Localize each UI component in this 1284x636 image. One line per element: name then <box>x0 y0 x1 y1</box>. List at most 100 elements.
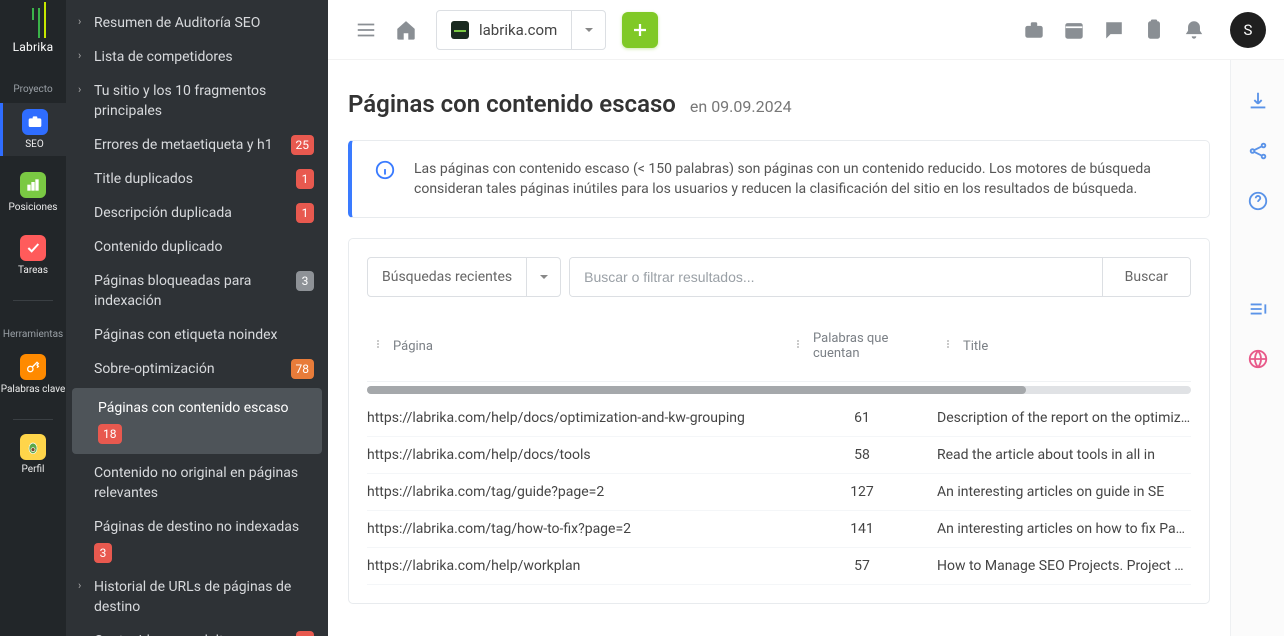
scrollbar-thumb[interactable] <box>367 386 1026 394</box>
cell-title: An interesting articles on guide in SE <box>937 484 1191 500</box>
results-table-card: Búsquedas recientes Buscar Página <box>348 238 1210 604</box>
filter-row: Búsquedas recientes Buscar <box>367 257 1191 297</box>
rail-item-tasks[interactable]: Tareas <box>0 229 66 282</box>
column-header-page[interactable]: Página <box>367 319 787 373</box>
recent-searches-caret[interactable] <box>526 258 560 296</box>
list-button[interactable] <box>1247 298 1269 320</box>
header-clipboard-button[interactable] <box>1134 10 1174 50</box>
home-button[interactable] <box>386 10 426 50</box>
header-briefcase-button[interactable] <box>1014 10 1054 50</box>
page-date: en 09.09.2024 <box>690 97 792 116</box>
home-icon <box>395 19 417 41</box>
download-icon <box>1247 90 1269 112</box>
table-row[interactable]: https://labrika.com/help/docs/optimizati… <box>367 400 1191 437</box>
download-button[interactable] <box>1247 90 1269 112</box>
cell-page: https://labrika.com/tag/guide?page=2 <box>367 484 787 500</box>
bell-icon <box>1183 19 1205 41</box>
sidebar-item-top-snippets[interactable]: › Tu sitio y los 10 fragmentos principal… <box>66 74 328 128</box>
rail-label: Posiciones <box>9 202 58 213</box>
cell-words: 61 <box>787 410 937 426</box>
column-header-words[interactable]: Palabras que cuentan <box>787 319 937 373</box>
share-button[interactable] <box>1247 140 1269 162</box>
sidebar-item-overopt[interactable]: › Sobre-optimización 78 <box>66 352 328 386</box>
sidebar-item-title-dup[interactable]: › Title duplicados 1 <box>66 162 328 196</box>
sidebar-item-nonoriginal[interactable]: › Contenido no original en páginas relev… <box>66 456 328 510</box>
table-header-row: Página Palabras que cuentan Title <box>367 311 1191 382</box>
user-avatar[interactable]: S <box>1230 12 1266 48</box>
table-row[interactable]: https://labrika.com/help/workplan 57 How… <box>367 548 1191 585</box>
column-header-title[interactable]: Title <box>937 319 1191 373</box>
bar-chart-icon <box>20 172 46 198</box>
globe-icon <box>1247 348 1269 370</box>
menu-button[interactable] <box>346 10 386 50</box>
calendar-icon <box>1063 19 1085 41</box>
sidebar-item-noindex[interactable]: › Páginas con etiqueta noindex <box>66 318 328 352</box>
rail-item-keywords[interactable]: Palabras clave <box>0 348 66 401</box>
rail-item-profile[interactable]: Perfil <box>0 428 66 481</box>
drag-handle-icon[interactable] <box>795 338 807 354</box>
main-content: Páginas con contenido escaso en 09.09.20… <box>328 60 1230 636</box>
site-selector[interactable]: labrika.com <box>436 10 606 50</box>
table-row[interactable]: https://labrika.com/tag/guide?page=2 127… <box>367 474 1191 511</box>
cell-words: 141 <box>787 521 937 537</box>
hamburger-icon <box>355 19 377 41</box>
site-name: labrika.com <box>479 21 557 39</box>
site-selector-caret[interactable] <box>571 11 605 49</box>
plus-icon <box>631 21 649 39</box>
search-button[interactable]: Buscar <box>1102 258 1190 296</box>
info-callout: Las páginas con contenido escaso (< 150 … <box>348 140 1210 218</box>
sidebar-item-meta-errors[interactable]: › Errores de metaetiqueta y h1 25 <box>66 128 328 162</box>
rail-item-seo[interactable]: SEO <box>0 103 66 156</box>
add-button[interactable] <box>622 12 658 48</box>
briefcase-icon <box>22 109 48 135</box>
sidebar-item-landing-noindex[interactable]: › Páginas de destino no indexadas 3 <box>66 510 328 570</box>
chat-icon <box>1103 19 1125 41</box>
sidebar-item-url-history[interactable]: › Historial de URLs de páginas de destin… <box>66 570 328 624</box>
check-icon <box>20 235 46 261</box>
help-icon <box>1247 190 1269 212</box>
sidebar-item-thin-content[interactable]: › Páginas con contenido escaso 18 <box>72 388 322 454</box>
header-calendar-button[interactable] <box>1054 10 1094 50</box>
briefcase-icon <box>1023 19 1045 41</box>
sidebar-item-adult[interactable]: › Contenido para adultos 1 <box>66 624 328 636</box>
header-chat-button[interactable] <box>1094 10 1134 50</box>
count-badge: 25 <box>291 135 315 155</box>
cell-title: Description of the report on the optimiz… <box>937 410 1191 426</box>
search-input[interactable] <box>570 258 1102 296</box>
app-rail: Labrika Proyecto SEO Posiciones Tareas H… <box>0 0 66 636</box>
sidebar-item-label: Descripción duplicada <box>94 203 290 223</box>
sidebar-item-competitors[interactable]: › Lista de competidores <box>66 40 328 74</box>
cell-page: https://labrika.com/help/workplan <box>367 558 787 574</box>
drag-handle-icon[interactable] <box>375 338 387 354</box>
sidebar-item-label: Title duplicados <box>94 169 290 189</box>
sidebar-item-label: Páginas bloqueadas para indexación <box>94 271 290 311</box>
brand-logo: Labrika <box>13 8 54 54</box>
count-badge: 1 <box>296 631 314 636</box>
sidebar: › Resumen de Auditoría SEO › Lista de co… <box>66 0 328 636</box>
cell-words: 57 <box>787 558 937 574</box>
rail-label: SEO <box>25 139 44 150</box>
header-bell-button[interactable] <box>1174 10 1214 50</box>
cell-page: https://labrika.com/help/docs/optimizati… <box>367 410 787 426</box>
cell-title: Read the article about tools in all in <box>937 447 1191 463</box>
drag-handle-icon[interactable] <box>945 338 957 354</box>
sidebar-item-seo-summary[interactable]: › Resumen de Auditoría SEO <box>66 6 328 40</box>
rail-item-positions[interactable]: Posiciones <box>0 166 66 219</box>
utility-rail <box>1230 60 1284 636</box>
rail-label: Perfil <box>22 464 45 475</box>
sidebar-item-label: Lista de competidores <box>94 47 314 67</box>
horizontal-scrollbar[interactable] <box>367 386 1191 394</box>
sidebar-item-desc-dup[interactable]: › Descripción duplicada 1 <box>66 196 328 230</box>
sidebar-item-content-dup[interactable]: › Contenido duplicado <box>66 230 328 264</box>
caret-down-icon <box>539 272 549 282</box>
results-table: Página Palabras que cuentan Title https:… <box>367 311 1191 585</box>
help-button[interactable] <box>1247 190 1269 212</box>
table-row[interactable]: https://labrika.com/help/docs/tools 58 R… <box>367 437 1191 474</box>
sidebar-item-blocked-index[interactable]: › Páginas bloqueadas para indexación 3 <box>66 264 328 318</box>
caret-down-icon <box>584 25 594 35</box>
recent-searches-select[interactable]: Búsquedas recientes <box>367 257 561 297</box>
table-row[interactable]: https://labrika.com/tag/how-to-fix?page=… <box>367 511 1191 548</box>
globe-button[interactable] <box>1247 348 1269 370</box>
chevron-right-icon: › <box>78 49 86 62</box>
cell-title: An interesting articles on how to fix Pa… <box>937 521 1191 537</box>
